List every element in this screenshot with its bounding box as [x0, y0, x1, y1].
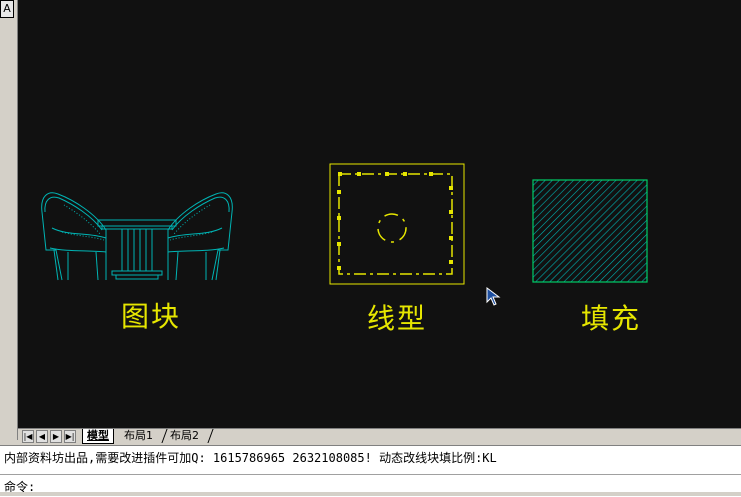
block-table-chairs[interactable] — [41, 192, 233, 281]
tab-model[interactable]: 模型 — [82, 429, 114, 444]
label-block: 图块 — [121, 300, 182, 333]
table — [97, 219, 177, 280]
label-linetype: 线型 — [367, 302, 428, 335]
tab-layout1[interactable]: 布局1 — [120, 429, 157, 443]
drawing-svg — [41, 163, 648, 285]
command-history-line: 内部资料坊出品,需要改进插件可加Q: 1615786965 2632108085… — [4, 451, 497, 465]
prev-tab-icon[interactable]: ◀ — [36, 430, 48, 443]
command-divider — [0, 474, 741, 475]
tab-layout2[interactable]: 布局2 — [166, 429, 203, 443]
linetype-grips — [337, 172, 453, 270]
first-tab-icon[interactable]: |◀ — [22, 430, 34, 443]
command-window[interactable]: 内部资料坊出品,需要改进插件可加Q: 1615786965 2632108085… — [0, 445, 741, 497]
last-tab-icon[interactable]: ▶| — [64, 430, 76, 443]
layout-tab-bar: |◀ ◀ ▶ ▶| 模型 布局1 布局2 — [18, 428, 741, 444]
tab-separator — [207, 429, 214, 443]
dashed-circle — [377, 213, 407, 243]
status-strip — [0, 492, 741, 496]
drawing-canvas[interactable]: 图块 线型 填充 — [18, 0, 741, 428]
corner-label: A — [0, 0, 14, 18]
fill-demo[interactable] — [532, 179, 648, 283]
mouse-cursor-icon — [486, 287, 501, 306]
left-ruler: A — [0, 0, 18, 440]
linetype-demo[interactable] — [329, 163, 465, 285]
right-chair — [167, 192, 233, 281]
next-tab-icon[interactable]: ▶ — [50, 430, 62, 443]
left-chair — [41, 192, 107, 281]
label-fill: 填充 — [581, 302, 642, 335]
